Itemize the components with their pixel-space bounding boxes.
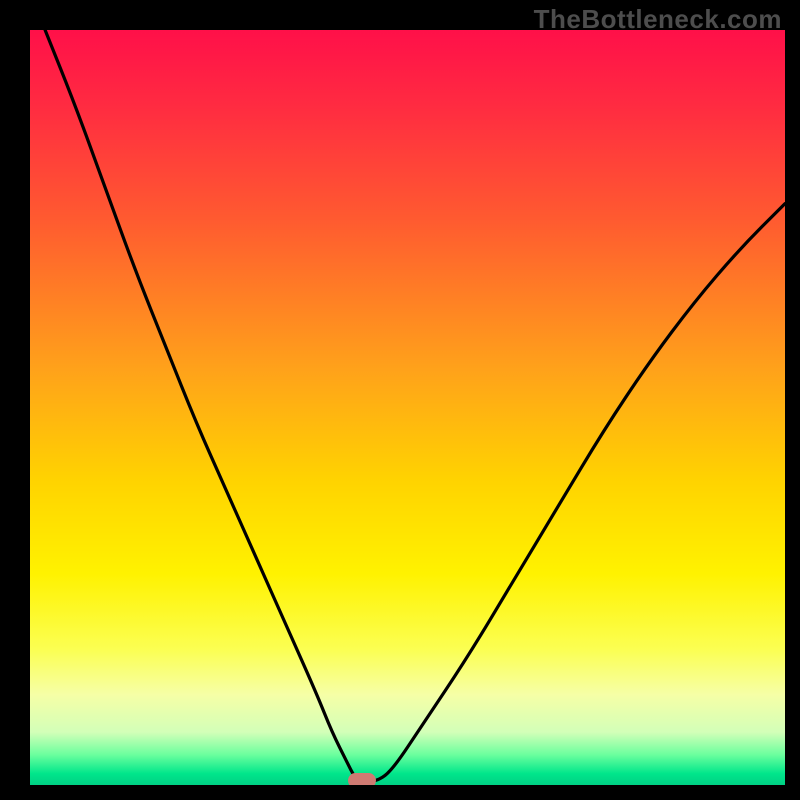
- bottleneck-curve: [30, 30, 785, 785]
- chart-frame: TheBottleneck.com: [0, 0, 800, 800]
- optimum-marker: [348, 773, 376, 785]
- watermark-text: TheBottleneck.com: [534, 4, 782, 35]
- plot-area: [30, 30, 785, 785]
